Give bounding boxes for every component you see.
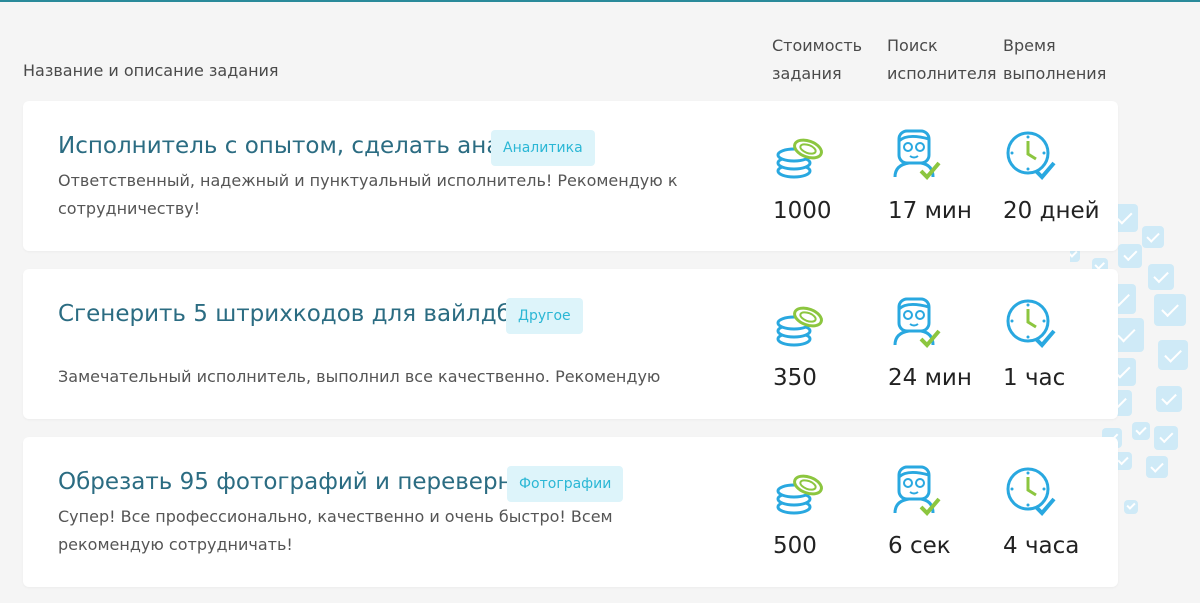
- task-search-time: 17 мин: [888, 198, 972, 224]
- task-duration: 20 дней: [1003, 198, 1100, 224]
- header-search-line1: Поиск: [887, 36, 938, 55]
- worker-avatar-icon: [893, 297, 941, 348]
- header-search: Поиск исполнителя: [887, 32, 997, 88]
- coins-icon: [776, 474, 823, 515]
- task-category-tag[interactable]: Аналитика: [491, 130, 595, 166]
- task-cost: 1000: [773, 198, 832, 224]
- header-search-line2: исполнителя: [887, 64, 997, 83]
- task-duration: 4 часа: [1003, 533, 1080, 559]
- task-title[interactable]: Сгенерить 5 штрихкодов для вайлдбер: [58, 301, 540, 327]
- clock-check-icon: [1006, 467, 1056, 516]
- worker-avatar-icon: [893, 465, 941, 516]
- task-duration: 1 час: [1003, 365, 1066, 391]
- clock-check-icon: [1006, 131, 1056, 180]
- header-cost: Стоимость задания: [772, 32, 862, 88]
- clock-check-icon: [1006, 299, 1056, 348]
- task-description: Замечательный исполнитель, выполнил все …: [58, 367, 661, 386]
- task-description: Ответственный, надежный и пунктуальный и…: [58, 171, 678, 218]
- task-card[interactable]: Сгенерить 5 штрихкодов для вайлдбер Друг…: [23, 269, 1118, 419]
- task-category-tag[interactable]: Фотографии: [507, 466, 624, 502]
- task-card[interactable]: Исполнитель с опытом, сделать анали Анал…: [23, 101, 1118, 251]
- header-cost-line1: Стоимость: [772, 36, 863, 55]
- worker-avatar-icon: [893, 129, 941, 180]
- task-card[interactable]: Обрезать 95 фотографий и перевернут Фото…: [23, 437, 1118, 587]
- task-description: Супер! Все профессионально, качественно …: [58, 507, 613, 554]
- task-title[interactable]: Обрезать 95 фотографий и перевернут: [58, 469, 540, 495]
- coins-icon: [776, 138, 823, 179]
- task-cost: 350: [773, 365, 817, 391]
- header-time: Время выполнения: [1003, 32, 1106, 88]
- header-time-line2: выполнения: [1003, 64, 1107, 83]
- coins-icon: [776, 306, 823, 347]
- table-header: Название и описание задания Стоимость за…: [0, 0, 1200, 100]
- header-title: Название и описание задания: [23, 61, 279, 80]
- header-cost-line2: задания: [772, 64, 842, 83]
- task-search-time: 6 сек: [888, 533, 951, 559]
- task-cost: 500: [773, 533, 817, 559]
- task-category-tag[interactable]: Другое: [506, 298, 583, 334]
- task-title[interactable]: Исполнитель с опытом, сделать анали: [58, 133, 530, 159]
- header-time-line1: Время: [1003, 36, 1056, 55]
- task-search-time: 24 мин: [888, 365, 972, 391]
